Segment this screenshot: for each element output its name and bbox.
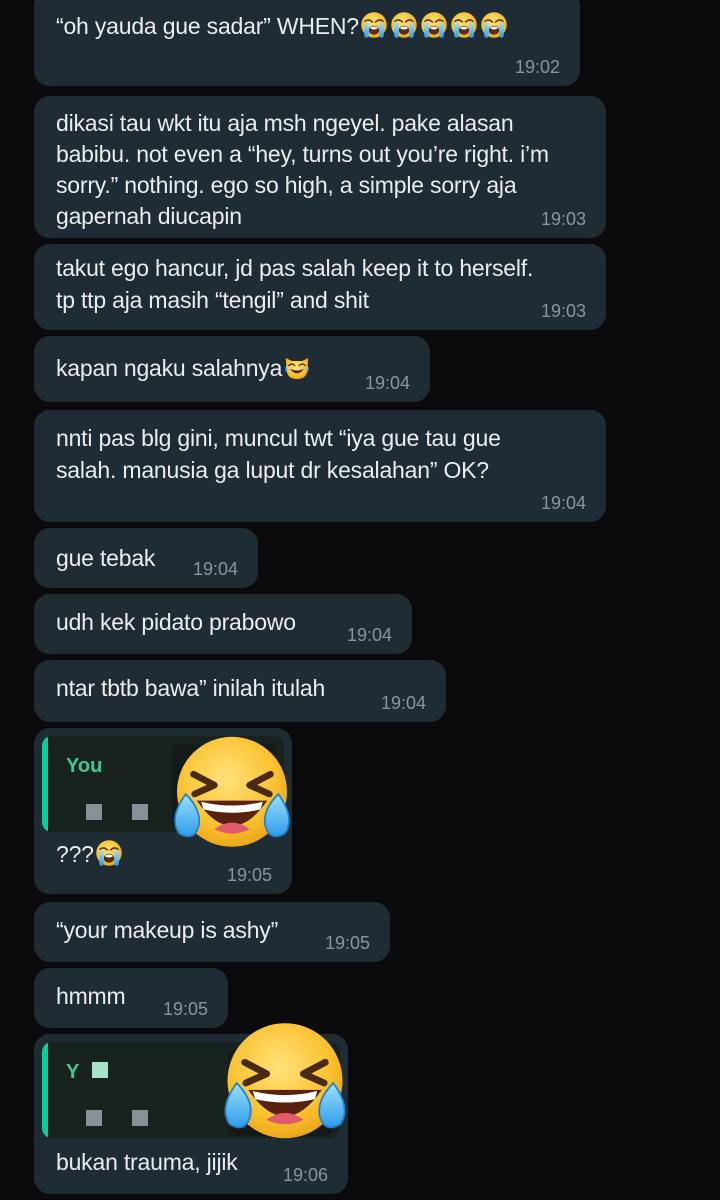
- message-text: hmmm: [56, 983, 126, 1009]
- message-time: 19:03: [540, 301, 586, 321]
- message-text-content: ???: [56, 841, 94, 867]
- message-time: 19:05: [226, 865, 272, 885]
- message-time: 19:04: [540, 493, 586, 513]
- message-bubble[interactable]: “your makeup is ashy” 19:05: [34, 902, 390, 962]
- message-text: gue tebak: [56, 545, 156, 571]
- message-text: takut ego hancur, jd pas salah keep it t…: [56, 255, 534, 313]
- message-bubble[interactable]: kapan ngaku salahnya 19:04: [34, 336, 430, 402]
- message-bubble[interactable]: takut ego hancur, jd pas salah keep it t…: [34, 244, 606, 330]
- message-text: bukan trauma, jijik: [56, 1149, 238, 1175]
- redacted-block: [132, 1110, 148, 1126]
- message-bubble[interactable]: dikasi tau wkt itu aja msh ngeyel. pake …: [34, 96, 606, 238]
- quote-sender-name: You: [66, 755, 103, 777]
- message-text: ntar tbtb bawa” inilah itulah: [56, 675, 326, 701]
- message-text: “oh yauda gue sadar” WHEN?: [56, 10, 509, 42]
- message-text-content: “oh yauda gue sadar” WHEN?: [56, 13, 359, 39]
- loudly-crying-face-icon: [94, 838, 124, 868]
- message-bubble[interactable]: nnti pas blg gini, muncul twt “iya gue t…: [34, 410, 606, 522]
- message-bubble[interactable]: udh kek pidato prabowo 19:04: [34, 594, 412, 654]
- message-time: 19:04: [380, 693, 426, 713]
- message-time: 19:04: [364, 373, 410, 393]
- message-time: 19:05: [324, 933, 370, 953]
- message-time: 19:02: [514, 57, 560, 77]
- chat-thread: “oh yauda gue sadar” WHEN? 19:02 dikasi …: [0, 0, 720, 1200]
- message-text: dikasi tau wkt itu aja msh ngeyel. pake …: [56, 110, 549, 229]
- message-bubble[interactable]: ntar tbtb bawa” inilah itulah 19:04: [34, 660, 446, 722]
- face-with-tears-of-joy-sticker: [216, 1014, 354, 1152]
- message-bubble[interactable]: hmmm 19:05: [34, 968, 228, 1028]
- quote-accent-bar: [42, 1042, 48, 1138]
- message-text: kapan ngaku salahnya: [56, 352, 312, 384]
- loudly-crying-face-icon: [359, 13, 509, 39]
- message-text-content: kapan ngaku salahnya: [56, 355, 283, 381]
- message-time: 19:06: [282, 1165, 328, 1185]
- quote-sender-name: Y: [66, 1061, 80, 1083]
- redacted-block: [92, 1062, 108, 1078]
- message-bubble[interactable]: gue tebak 19:04: [34, 528, 258, 588]
- message-bubble[interactable]: “oh yauda gue sadar” WHEN? 19:02: [34, 0, 580, 86]
- message-time: 19:04: [346, 625, 392, 645]
- message-text: nnti pas blg gini, muncul twt “iya gue t…: [56, 425, 501, 483]
- redacted-block: [86, 804, 102, 820]
- message-text: ???: [56, 838, 124, 870]
- message-time: 19:05: [162, 999, 208, 1019]
- cat-tears-of-joy-icon: [282, 352, 312, 382]
- message-text: udh kek pidato prabowo: [56, 609, 296, 635]
- message-time: 19:04: [192, 559, 238, 579]
- message-time: 19:03: [540, 209, 586, 229]
- face-with-tears-of-joy-sticker: [166, 728, 298, 860]
- redacted-block: [132, 804, 148, 820]
- quote-accent-bar: [42, 736, 48, 832]
- message-text: “your makeup is ashy”: [56, 917, 279, 943]
- redacted-block: [86, 1110, 102, 1126]
